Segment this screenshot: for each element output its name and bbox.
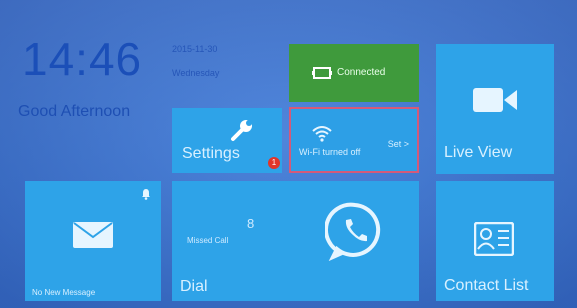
contact-card-icon bbox=[474, 222, 514, 256]
settings-tile[interactable]: Settings bbox=[172, 108, 282, 173]
wrench-icon bbox=[231, 120, 252, 141]
weekday-text: Wednesday bbox=[172, 68, 220, 78]
settings-label: Settings bbox=[182, 145, 240, 162]
live-view-label: Live View bbox=[444, 144, 513, 161]
wifi-icon bbox=[312, 126, 332, 142]
date-text: 2015-11-30 bbox=[172, 44, 218, 54]
connected-label: Connected bbox=[337, 67, 386, 78]
network-connected-icon bbox=[312, 67, 332, 79]
connected-tile[interactable]: Connected bbox=[289, 44, 419, 102]
phone-icon bbox=[325, 202, 381, 261]
clock-time: 14:46 bbox=[22, 33, 143, 85]
notification-badge: 1 bbox=[268, 157, 280, 169]
message-tile[interactable]: No New Message bbox=[25, 181, 161, 301]
greeting-text: Good Afternoon bbox=[18, 103, 131, 120]
missed-call-label: Missed Call bbox=[187, 236, 229, 245]
missed-call-count: 8 bbox=[247, 216, 255, 231]
dial-label: Dial bbox=[180, 278, 208, 295]
wifi-tile[interactable]: Set > Wi-Fi turned off bbox=[289, 107, 419, 173]
message-label: No New Message bbox=[32, 288, 96, 297]
wifi-set-link[interactable]: Set > bbox=[388, 139, 409, 149]
envelope-icon bbox=[73, 222, 113, 248]
contact-list-tile[interactable]: Contact List bbox=[436, 181, 554, 301]
contact-list-label: Contact List bbox=[444, 277, 529, 294]
video-camera-icon bbox=[473, 88, 517, 112]
wifi-status-label: Wi-Fi turned off bbox=[299, 147, 361, 157]
bell-icon bbox=[142, 189, 150, 200]
dial-tile[interactable]: 8 Missed Call Dial bbox=[172, 181, 419, 301]
live-view-tile[interactable]: Live View bbox=[436, 44, 554, 174]
